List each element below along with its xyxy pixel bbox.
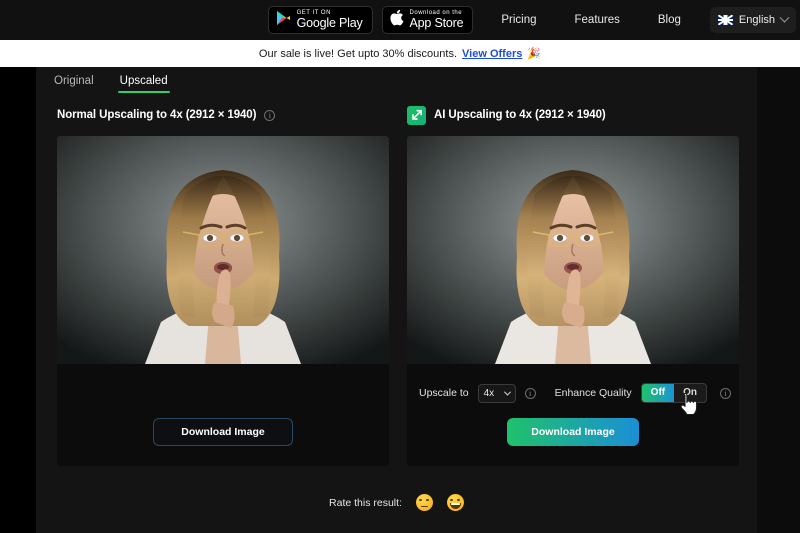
result-tabs: Original Upscaled: [52, 69, 170, 95]
normal-result-card: Download Image: [57, 136, 389, 466]
ai-preview-image: [407, 136, 739, 364]
party-popper-icon: 🎉: [527, 48, 542, 60]
upscale-factor-select[interactable]: 4x: [477, 383, 516, 403]
language-label: English: [738, 14, 775, 26]
sale-banner-text: Our sale is live! Get upto 30% discounts…: [258, 47, 458, 60]
tab-upscaled[interactable]: Upscaled: [117, 69, 170, 95]
normal-card-footer: Download Image: [57, 364, 389, 466]
uk-flag-icon: [717, 15, 733, 25]
info-icon[interactable]: i: [524, 387, 536, 399]
rate-disappointed-face-icon[interactable]: [415, 494, 433, 511]
view-offers-link[interactable]: View Offers: [462, 48, 522, 60]
language-selector[interactable]: English: [709, 7, 796, 33]
app-store-label: App Store: [409, 16, 464, 31]
google-play-button[interactable]: GET IT ON Google Play: [267, 6, 373, 34]
ai-panel-title: AI Upscaling to 4x (2912 × 1940): [434, 109, 606, 121]
ai-card-footer: Upscale to 4x i Enhance Quality Off On i: [407, 364, 739, 466]
nav-link-blog[interactable]: Blog: [658, 14, 681, 26]
google-play-label: Google Play: [296, 16, 363, 31]
tab-original[interactable]: Original: [52, 69, 96, 95]
ai-controls-row: Upscale to 4x i Enhance Quality Off On i: [419, 382, 732, 404]
app-root: GET IT ON Google Play Download on the Ap…: [0, 0, 800, 533]
normal-panel-title: Normal Upscaling to 4x (2912 × 1940): [57, 109, 257, 121]
toggle-option-on[interactable]: On: [674, 384, 706, 402]
info-icon[interactable]: i: [720, 387, 732, 399]
info-icon[interactable]: i: [264, 109, 276, 121]
nav-link-features[interactable]: Features: [575, 14, 620, 26]
ai-upscaling-panel: AI Upscaling to 4x (2912 × 1940) Upscale…: [407, 105, 739, 466]
google-play-icon: [276, 10, 291, 31]
expand-arrow-icon: [407, 105, 426, 125]
top-navigation-bar: GET IT ON Google Play Download on the Ap…: [0, 0, 800, 40]
normal-preview-image: [57, 136, 389, 364]
normal-download-button[interactable]: Download Image: [153, 418, 293, 446]
apple-icon: [389, 9, 404, 31]
enhance-quality-label: Enhance Quality: [554, 387, 632, 399]
enhance-quality-toggle[interactable]: Off On: [640, 383, 708, 403]
chevron-down-icon: [503, 388, 511, 396]
rate-label: Rate this result:: [329, 496, 402, 509]
normal-panel-header: Normal Upscaling to 4x (2912 × 1940) i: [57, 105, 389, 125]
normal-upscaling-panel: Normal Upscaling to 4x (2912 × 1940) i D…: [57, 105, 389, 466]
sale-banner: Our sale is live! Get upto 30% discounts…: [0, 40, 800, 67]
app-store-button[interactable]: Download on the App Store: [381, 6, 474, 34]
right-gutter: [757, 67, 800, 533]
results-page: Original Upscaled Normal Upscaling to 4x…: [36, 67, 757, 533]
left-gutter: [0, 67, 36, 533]
ai-result-card: Upscale to 4x i Enhance Quality Off On i: [407, 136, 739, 466]
upscale-factor-value: 4x: [483, 387, 495, 399]
nav-link-pricing[interactable]: Pricing: [501, 14, 536, 26]
upscale-to-label: Upscale to: [419, 387, 469, 399]
rating-row: Rate this result:: [36, 494, 757, 511]
chevron-down-icon: [779, 12, 790, 23]
ai-panel-header: AI Upscaling to 4x (2912 × 1940): [407, 105, 739, 125]
rate-grinning-face-icon[interactable]: [446, 494, 464, 511]
toggle-option-off[interactable]: Off: [641, 384, 675, 402]
ai-download-button[interactable]: Download Image: [507, 418, 639, 446]
